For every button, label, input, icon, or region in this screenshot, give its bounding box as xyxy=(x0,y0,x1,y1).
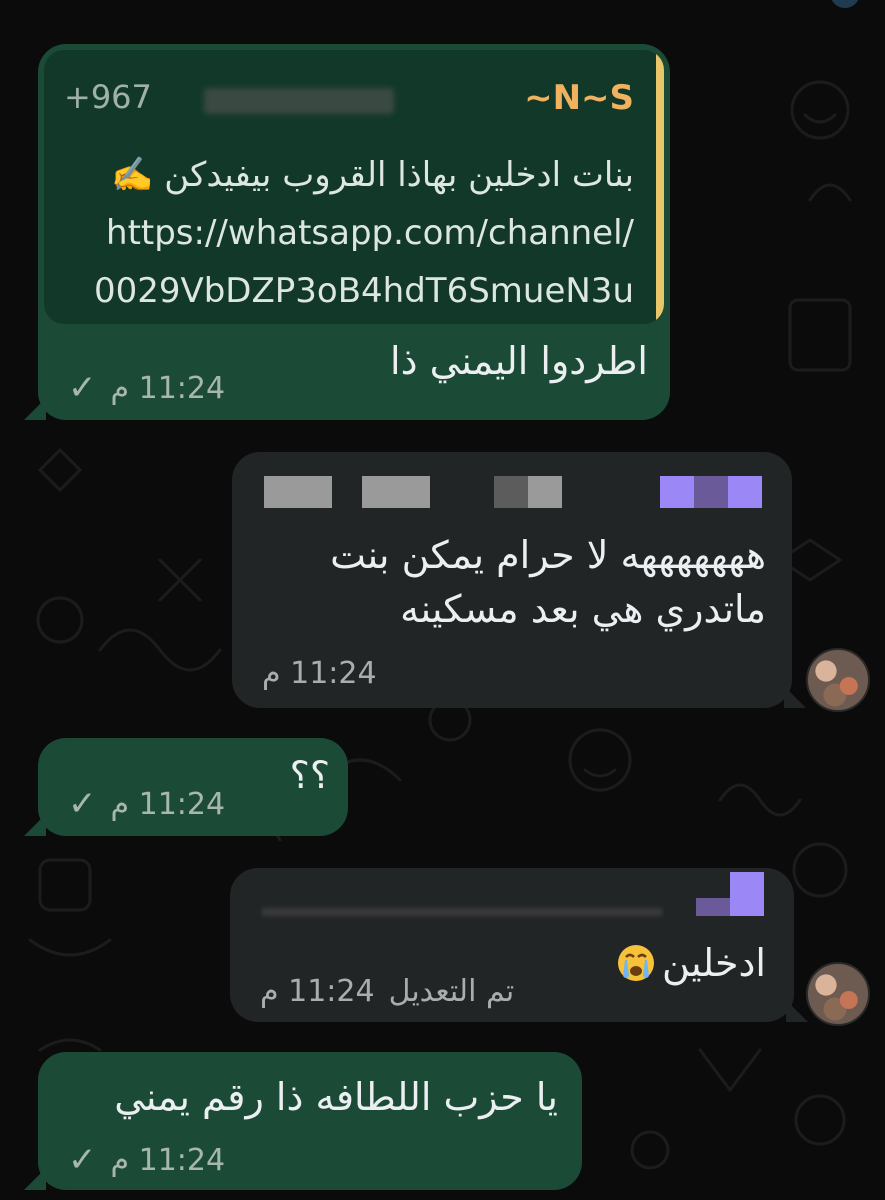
message-time: 11:24 م xyxy=(110,1142,226,1178)
sender-avatar[interactable] xyxy=(806,962,870,1026)
message-meta: 11:24 م تم التعديل xyxy=(260,974,514,1009)
redacted-phone-digits xyxy=(204,88,394,114)
sent-check-icon: ✓ xyxy=(68,368,97,408)
message-meta: 11:24 م xyxy=(262,656,377,691)
quoted-link-line-2[interactable]: 0029VbDZP3oB4hdT6SmueN3u xyxy=(64,262,634,320)
message-text-content: ادخلين xyxy=(662,941,766,985)
quoted-text: بنات ادخلين بهاذا القروب بيفيدكن ✍️ http… xyxy=(64,146,634,320)
message-text: ؟؟ xyxy=(289,753,330,797)
sent-check-icon: ✓ xyxy=(68,784,97,824)
message-meta: ✓ 11:24 م xyxy=(68,368,225,408)
quoted-message[interactable]: ~N~S +967 بنات ادخلين بهاذا القروب بيفيد… xyxy=(44,50,664,324)
edited-label: تم التعديل xyxy=(388,974,515,1009)
message-text: اطردوا اليمني ذا xyxy=(390,339,648,383)
quoted-text-line: بنات ادخلين بهاذا القروب بيفيدكن ✍️ xyxy=(111,155,634,195)
message-time: 11:24 م xyxy=(110,370,226,406)
incoming-message-bubble[interactable]: ادخلين 11:24 م تم التعديل xyxy=(230,868,808,1022)
message-meta: ✓ 11:24 م xyxy=(68,784,225,824)
message-time: 11:24 م xyxy=(110,786,226,822)
outgoing-message-bubble[interactable]: ؟؟ ✓ 11:24 م xyxy=(24,738,348,836)
outgoing-message-bubble[interactable]: ~N~S +967 بنات ادخلين بهاذا القروب بيفيد… xyxy=(24,44,670,420)
incoming-message-bubble[interactable]: هههههههه لا حرام يمكن بنت ماتدري هي بعد … xyxy=(232,452,806,708)
message-text: يا حزب اللطافه ذا رقم يمني xyxy=(114,1075,558,1119)
crying-face-icon xyxy=(618,945,655,981)
quoted-sender-phone: +967 xyxy=(64,78,152,116)
message-text: ادخلين xyxy=(616,936,766,990)
quoted-sender-name: ~N~S xyxy=(524,78,634,118)
message-meta: ✓ 11:24 م xyxy=(68,1140,225,1180)
outgoing-message-bubble[interactable]: يا حزب اللطافه ذا رقم يمني ✓ 11:24 م xyxy=(24,1052,582,1190)
quoted-link-line-1[interactable]: https://whatsapp.com/channel/ xyxy=(64,204,634,262)
quote-accent-bar xyxy=(656,50,664,324)
message-time: 11:24 م xyxy=(262,656,377,691)
sender-avatar[interactable] xyxy=(806,648,870,712)
message-text: هههههههه لا حرام يمكن بنت ماتدري هي بعد … xyxy=(330,533,766,631)
sent-check-icon: ✓ xyxy=(68,1140,97,1180)
message-time: 11:24 م xyxy=(260,974,375,1009)
